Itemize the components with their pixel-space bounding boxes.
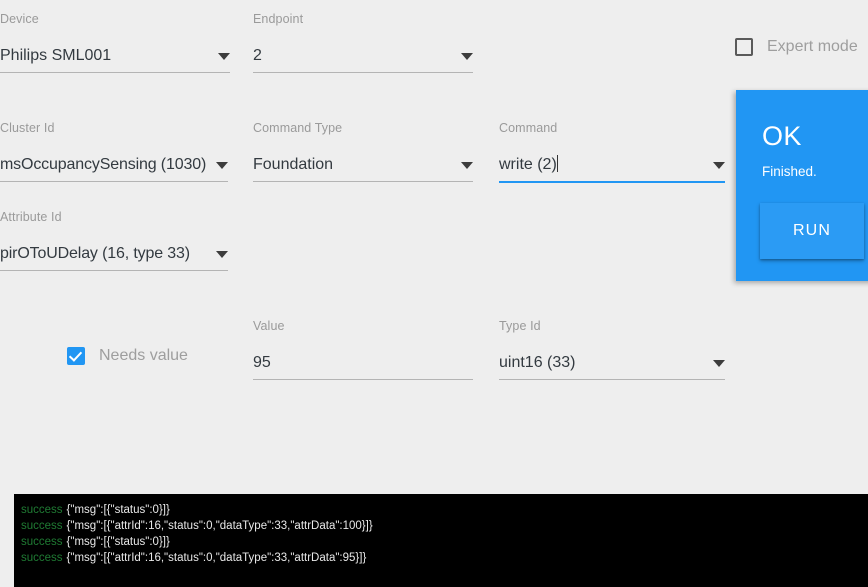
- command-type-select[interactable]: Foundation: [253, 151, 473, 182]
- attribute-id-value: pirOToUDelay (16, type 33): [0, 244, 190, 262]
- console-log-message: {"msg":[{"status":0}]}: [66, 504, 170, 516]
- status-title: OK: [762, 121, 802, 151]
- chevron-down-icon: [461, 52, 473, 60]
- console-log-line: success {"msg":[{"status":0}]}: [14, 502, 868, 518]
- type-id-value: uint16 (33): [499, 353, 576, 371]
- status-subtitle: Finished.: [762, 164, 817, 179]
- command-type-label: Command Type: [253, 121, 343, 135]
- console-log-line: success {"msg":[{"status":0}]}: [14, 534, 868, 550]
- needs-value-label: Needs value: [99, 347, 188, 364]
- endpoint-label: Endpoint: [253, 12, 304, 26]
- command-panel-app: Device Philips SML001 Endpoint 2 Expert …: [0, 0, 868, 587]
- command-type-field: Command Type Foundation: [253, 121, 473, 182]
- type-id-label: Type Id: [499, 319, 541, 333]
- console-lines: success {"msg":[{"status":0}]} success {"ms…: [14, 502, 868, 566]
- command-label: Command: [499, 121, 558, 135]
- command-field: Command write (2): [499, 121, 725, 183]
- value-label: Value: [253, 319, 285, 333]
- console-log-message: {"msg":[{"attrId":16,"status":0,"dataTyp…: [66, 520, 373, 532]
- needs-value-row[interactable]: Needs value: [67, 347, 188, 365]
- command-select[interactable]: write (2): [499, 151, 725, 183]
- console-output[interactable]: success {"msg":[{"status":0}]} success {"ms…: [14, 494, 868, 587]
- device-select[interactable]: Philips SML001: [0, 42, 230, 73]
- attribute-id-select[interactable]: pirOToUDelay (16, type 33): [0, 240, 228, 271]
- command-value: write (2): [499, 154, 558, 173]
- console-log-message: {"msg":[{"status":0}]}: [66, 536, 170, 548]
- console-log-line: success {"msg":[{"attrId":16,"status":0,"…: [14, 518, 868, 534]
- cluster-id-select[interactable]: msOccupancySensing (1030): [0, 151, 228, 182]
- chevron-down-icon: [713, 359, 725, 367]
- value-field: Value 95: [253, 319, 473, 380]
- type-id-field: Type Id uint16 (33): [499, 319, 725, 380]
- endpoint-field: Endpoint 2: [253, 12, 473, 73]
- expert-mode-checkbox[interactable]: [735, 38, 753, 56]
- console-log-level: success: [21, 536, 63, 548]
- status-panel: OK Finished. RUN: [736, 90, 868, 281]
- console-log-line: success {"msg":[{"attrId":16,"status":0,"…: [14, 550, 868, 566]
- console-log-message: {"msg":[{"attrId":16,"status":0,"dataTyp…: [66, 552, 367, 564]
- chevron-down-icon: [218, 52, 230, 60]
- device-label: Device: [0, 12, 39, 26]
- needs-value-checkbox[interactable]: [67, 347, 85, 365]
- expert-mode-label: Expert mode: [767, 38, 858, 55]
- chevron-down-icon: [216, 250, 228, 258]
- value-input-text: 95: [253, 353, 271, 371]
- value-input[interactable]: 95: [253, 349, 473, 380]
- command-type-value: Foundation: [253, 155, 334, 173]
- endpoint-select[interactable]: 2: [253, 42, 473, 73]
- attribute-id-label: Attribute Id: [0, 210, 62, 224]
- device-field: Device Philips SML001: [0, 12, 230, 73]
- device-value: Philips SML001: [0, 46, 112, 64]
- console-log-level: success: [21, 504, 63, 516]
- chevron-down-icon: [713, 161, 725, 169]
- console-log-level: success: [21, 552, 63, 564]
- type-id-select[interactable]: uint16 (33): [499, 349, 725, 380]
- cluster-id-field: Cluster Id msOccupancySensing (1030): [0, 121, 228, 182]
- chevron-down-icon: [461, 161, 473, 169]
- endpoint-value: 2: [253, 46, 262, 64]
- expert-mode-row[interactable]: Expert mode: [735, 38, 858, 56]
- chevron-down-icon: [216, 161, 228, 169]
- text-caret: [556, 154, 558, 172]
- cluster-id-value: msOccupancySensing (1030): [0, 155, 207, 173]
- console-log-level: success: [21, 520, 63, 532]
- cluster-id-label: Cluster Id: [0, 121, 55, 135]
- attribute-id-field: Attribute Id pirOToUDelay (16, type 33): [0, 210, 228, 271]
- run-button[interactable]: RUN: [760, 203, 864, 259]
